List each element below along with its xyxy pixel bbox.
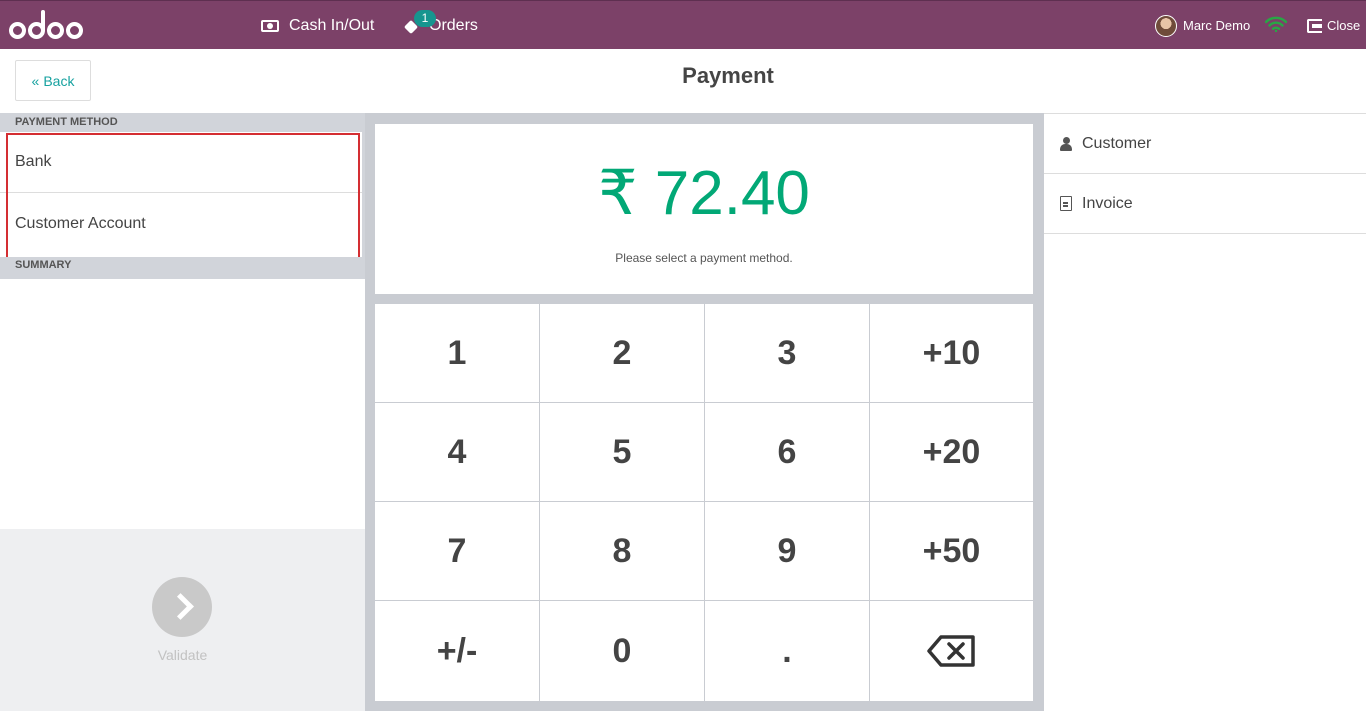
validate-area: Validate [0, 529, 365, 711]
numpad-key-1[interactable]: 1 [375, 304, 539, 402]
customer-label: Customer [1082, 134, 1152, 152]
numpad-key-decimal[interactable]: . [705, 601, 869, 701]
numpad-key-backspace[interactable] [870, 601, 1033, 701]
numpad-key-plus-20[interactable]: +20 [870, 403, 1033, 501]
numpad: 1 2 3 +10 4 5 6 +20 7 8 9 +50 +/- 0 . [375, 304, 1033, 701]
payment-method-bank[interactable]: Bank [0, 132, 362, 193]
avatar [1155, 14, 1177, 37]
user-menu[interactable]: Marc Demo [1155, 1, 1250, 50]
orders-button[interactable]: Orders [405, 1, 478, 50]
payment-center: ₹ 72.40 Please select a payment method. … [365, 113, 1044, 711]
cash-in-out-button[interactable]: Cash In/Out [261, 1, 374, 50]
orders-label: Orders [429, 16, 478, 34]
payment-method-list: Bank Customer Account [0, 132, 362, 255]
odoo-logo [9, 10, 83, 39]
close-button[interactable]: Close [1307, 1, 1360, 50]
validate-label: Validate [157, 647, 208, 663]
summary-heading: Summary [0, 257, 362, 279]
numpad-key-9[interactable]: 9 [705, 502, 869, 600]
numpad-key-plus-50[interactable]: +50 [870, 502, 1033, 600]
cash-in-out-label: Cash In/Out [289, 16, 375, 34]
backspace-icon [926, 635, 975, 667]
numpad-key-3[interactable]: 3 [705, 304, 869, 402]
close-label: Close [1327, 18, 1361, 33]
customer-button[interactable]: Customer [1044, 114, 1366, 174]
user-name: Marc Demo [1183, 18, 1251, 33]
money-icon [261, 19, 279, 32]
validate-button[interactable] [152, 577, 212, 637]
wifi-icon [1265, 16, 1287, 32]
numpad-key-plus-10[interactable]: +10 [870, 304, 1033, 402]
user-icon [1060, 136, 1072, 151]
orders-count-badge: 1 [414, 10, 436, 27]
numpad-key-8[interactable]: 8 [540, 502, 704, 600]
numpad-key-sign[interactable]: +/- [375, 601, 539, 701]
summary-area [0, 279, 365, 529]
numpad-key-2[interactable]: 2 [540, 304, 704, 402]
sign-out-icon [1307, 18, 1322, 33]
payment-method-heading: Payment Method [0, 113, 362, 132]
numpad-key-7[interactable]: 7 [375, 502, 539, 600]
page-title: Payment [682, 63, 774, 88]
invoice-label: Invoice [1082, 194, 1133, 212]
right-panel: Customer Invoice [1044, 113, 1366, 711]
amount-box: ₹ 72.40 Please select a payment method. [375, 124, 1033, 294]
payment-hint: Please select a payment method. [615, 251, 793, 265]
payment-method-customer-account[interactable]: Customer Account [0, 193, 362, 254]
numpad-key-0[interactable]: 0 [540, 601, 704, 701]
numpad-key-5[interactable]: 5 [540, 403, 704, 501]
numpad-key-4[interactable]: 4 [375, 403, 539, 501]
numpad-key-6[interactable]: 6 [705, 403, 869, 501]
invoice-button[interactable]: Invoice [1044, 174, 1366, 234]
top-navbar: Cash In/Out Orders 1 Marc Demo Close [0, 0, 1366, 49]
payment-amount: ₹ 72.40 [598, 159, 810, 228]
file-text-icon [1060, 196, 1072, 211]
payment-method-panel: Payment Method Bank Customer Account Sum… [0, 113, 365, 711]
